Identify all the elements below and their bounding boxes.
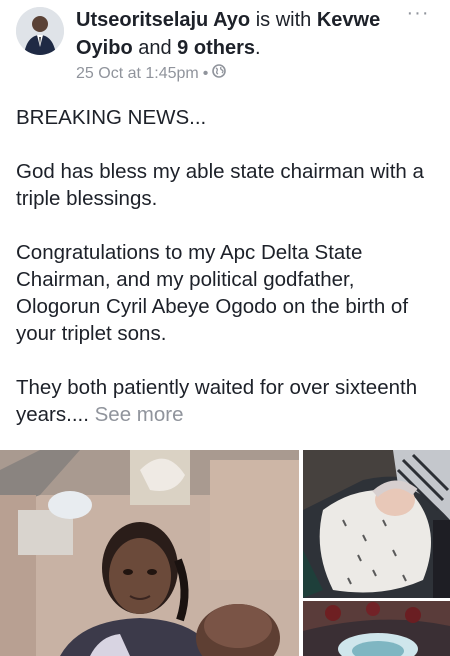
and-text: and [138,37,172,59]
author-name[interactable]: Utseoritselaju Ayo [76,9,250,31]
title-period: . [254,37,261,59]
photo-woman-with-baby[interactable] [0,450,299,656]
post-paragraph: BREAKING NEWS... [16,106,207,129]
see-more-link[interactable]: See more [95,403,184,426]
photo-woman-image [0,450,299,656]
avatar-icon [16,7,64,55]
tagged-others-link[interactable]: 9 others [177,37,255,59]
post-title-line: Utseoritselaju Ayo is with Kevwe Oyibo a… [76,6,396,62]
photo-baby-2-image [303,601,450,656]
post-paragraph: Congratulations to my Apc Delta State Ch… [16,241,409,345]
photo-baby-image [303,450,450,598]
photo-grid [0,450,450,656]
photo-newborn-baby-2[interactable] [303,601,450,656]
author-avatar[interactable] [16,7,64,55]
more-options-icon[interactable]: ··· [400,3,436,28]
photo-newborn-baby[interactable] [303,450,450,598]
post-meta: 25 Oct at 1:45pm • [76,64,227,83]
post-paragraph: God has bless my able state chairman wit… [16,160,424,210]
post-body: BREAKING NEWS... God has bless my able s… [16,104,436,428]
post-paragraph-last: They both patiently waited for over sixt… [16,374,436,428]
meta-separator: • [202,64,209,82]
last-paragraph-text: They both patiently waited for over sixt… [16,376,418,426]
post-timestamp[interactable]: 25 Oct at 1:45pm [76,65,199,83]
with-text: is with [255,9,312,31]
post-header: Utseoritselaju Ayo is with Kevwe Oyibo a… [0,0,450,100]
globe-icon[interactable] [212,64,227,83]
